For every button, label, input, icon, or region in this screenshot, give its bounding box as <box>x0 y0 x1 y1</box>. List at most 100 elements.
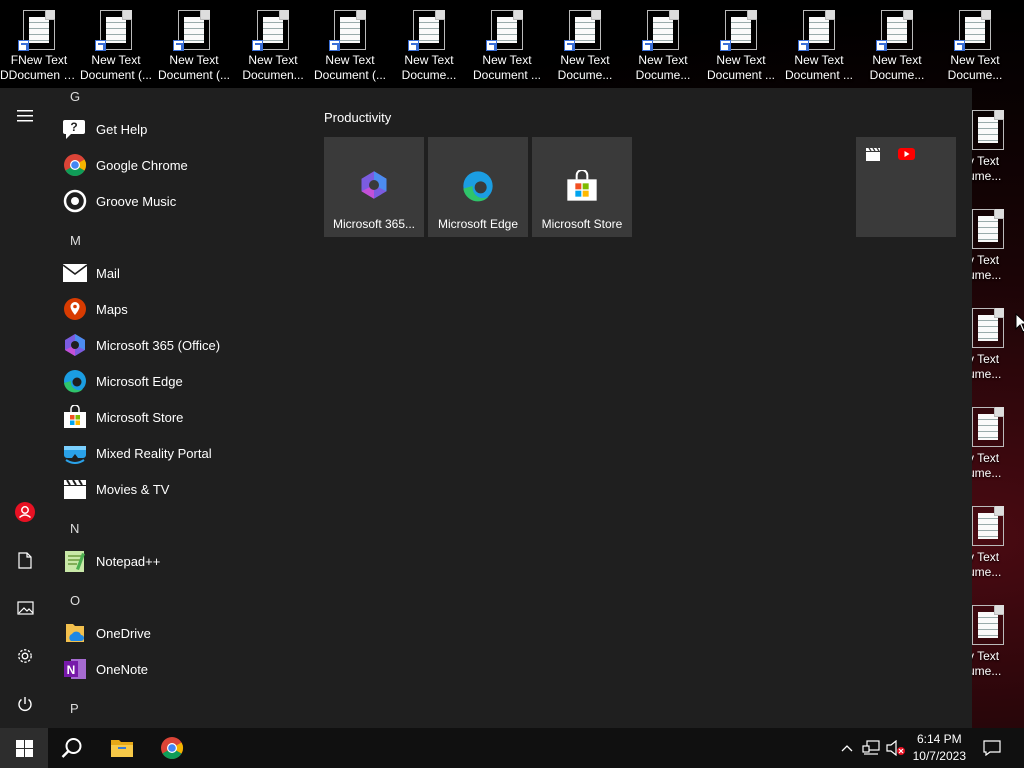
desktop-icon-new-text-document[interactable]: New Text Documen... <box>234 10 312 83</box>
clock-date: 10/7/2023 <box>912 749 966 763</box>
desktop-icon-new-text-document[interactable]: New Text Docume... <box>546 10 624 83</box>
tile-group-title[interactable]: Productivity <box>324 110 391 125</box>
letter-header-m[interactable]: M <box>70 233 81 248</box>
tile-microsoft-store[interactable]: Microsoft Store <box>532 137 632 237</box>
search-button[interactable] <box>50 728 94 768</box>
tile-microsoft-365[interactable]: Microsoft 365... <box>324 137 424 237</box>
shortcut-arrow-icon <box>798 40 809 51</box>
store-icon <box>62 404 88 430</box>
letter-header-g[interactable]: G <box>70 89 80 104</box>
app-mail[interactable]: Mail <box>62 256 302 290</box>
app-movies-tv[interactable]: Movies & TV <box>62 472 302 506</box>
start-menu-rail <box>0 88 50 728</box>
text-document-icon <box>972 506 1004 546</box>
tile-microsoft-edge[interactable]: Microsoft Edge <box>428 137 528 237</box>
groove-music-icon <box>62 188 88 214</box>
app-microsoft-edge[interactable]: Microsoft Edge <box>62 364 302 398</box>
desktop-icon-new-text-document[interactable]: New Text Document (... <box>311 10 389 83</box>
app-groove-music[interactable]: Groove Music <box>62 184 302 218</box>
text-document-icon <box>564 10 601 51</box>
shortcut-arrow-icon <box>876 40 887 51</box>
desktop-icon-new-text-document[interactable]: v Text ume... <box>968 110 1024 184</box>
app-get-help[interactable]: ? Get Help <box>62 112 302 146</box>
user-avatar-icon <box>15 502 35 522</box>
text-document-icon <box>95 10 132 51</box>
document-icon <box>18 551 32 569</box>
network-button[interactable] <box>860 728 882 768</box>
app-maps[interactable]: Maps <box>62 292 302 326</box>
shortcut-arrow-icon <box>564 40 575 51</box>
volume-button[interactable] <box>884 728 908 768</box>
app-onedrive[interactable]: OneDrive <box>62 616 302 650</box>
desktop-icon-new-text-document[interactable]: New Text Docume... <box>936 10 1014 83</box>
windows-logo-icon <box>15 739 33 757</box>
app-mixed-reality-portal[interactable]: Mixed Reality Portal <box>62 436 302 470</box>
shortcut-arrow-icon <box>95 40 106 51</box>
documents-button[interactable] <box>0 540 50 580</box>
youtube-icon <box>898 148 915 160</box>
start-menu: G ? Get Help Google Chrome Groove Music … <box>0 88 972 728</box>
text-document-icon <box>18 10 55 51</box>
desktop-icon-new-text-document[interactable]: New Text Document (... <box>155 10 233 83</box>
settings-button[interactable] <box>0 636 50 676</box>
letter-header-n[interactable]: N <box>70 521 79 536</box>
desktop-icon-new-text-document[interactable]: FNew Text DDocumen (2) <box>0 10 78 83</box>
chevron-up-icon <box>841 745 853 752</box>
movies-clapper-icon <box>866 147 880 161</box>
letter-header-p[interactable]: P <box>70 701 79 716</box>
app-microsoft-365[interactable]: Microsoft 365 (Office) <box>62 328 302 362</box>
desktop-icon-new-text-document[interactable]: New Text Document ... <box>702 10 780 83</box>
chrome-taskbar-button[interactable] <box>150 728 194 768</box>
shortcut-arrow-icon <box>642 40 653 51</box>
shortcut-arrow-icon <box>329 40 340 51</box>
desktop-icon-new-text-document[interactable]: v Text ume... <box>968 209 1024 283</box>
desktop-icon-new-text-document[interactable]: v Text ume... <box>968 605 1024 679</box>
desktop-icon-new-text-document[interactable]: New Text Document ... <box>468 10 546 83</box>
folder-icon <box>111 740 133 757</box>
edge-icon <box>62 368 88 394</box>
picture-icon <box>16 601 34 615</box>
text-document-icon <box>798 10 835 51</box>
app-google-chrome[interactable]: Google Chrome <box>62 148 302 182</box>
desktop-icon-new-text-document[interactable]: New Text Document ... <box>780 10 858 83</box>
pictures-button[interactable] <box>0 588 50 628</box>
hamburger-icon <box>17 110 33 122</box>
show-hidden-icons-button[interactable] <box>838 728 856 768</box>
desktop-icon-new-text-document[interactable]: v Text ume... <box>968 506 1024 580</box>
tile-play-folder[interactable] <box>856 137 956 237</box>
app-microsoft-store[interactable]: Microsoft Store <box>62 400 302 434</box>
shortcut-arrow-icon <box>408 40 419 51</box>
start-button[interactable] <box>0 728 48 768</box>
gear-icon <box>18 649 32 663</box>
letter-header-o[interactable]: O <box>70 593 80 608</box>
shortcut-arrow-icon <box>173 40 184 51</box>
shortcut-arrow-icon <box>720 40 731 51</box>
app-onenote[interactable]: N OneNote <box>62 652 302 686</box>
text-document-icon <box>408 10 445 51</box>
desktop-icon-new-text-document[interactable]: New Text Document (... <box>77 10 155 83</box>
clock[interactable]: 6:14 PM 10/7/2023 <box>913 731 966 765</box>
app-notepad-plus-plus[interactable]: Notepad++ <box>62 544 302 578</box>
mail-icon <box>62 260 88 286</box>
text-document-icon <box>972 209 1004 249</box>
action-center-button[interactable] <box>974 728 1010 768</box>
file-explorer-button[interactable] <box>100 728 144 768</box>
desktop-icon-new-text-document[interactable]: New Text Docume... <box>390 10 468 83</box>
text-document-icon <box>486 10 523 51</box>
shortcut-arrow-icon <box>954 40 965 51</box>
microsoft-365-icon <box>62 332 88 358</box>
power-button[interactable] <box>0 684 50 724</box>
mixed-reality-icon <box>62 440 88 466</box>
volume-muted-icon <box>886 740 905 756</box>
get-help-icon: ? <box>62 116 88 142</box>
text-document-icon <box>954 10 991 51</box>
text-document-icon <box>972 110 1004 150</box>
user-account-button[interactable] <box>0 492 50 532</box>
svg-text:N: N <box>67 663 76 677</box>
power-icon <box>18 697 32 711</box>
clock-time: 6:14 PM <box>916 732 962 746</box>
desktop-icon-new-text-document[interactable]: New Text Docume... <box>624 10 702 83</box>
desktop-icon-new-text-document[interactable]: New Text Docume... <box>858 10 936 83</box>
desktop-icon-new-text-document[interactable]: v Text ume... <box>968 407 1024 481</box>
menu-hamburger-button[interactable] <box>0 96 50 136</box>
